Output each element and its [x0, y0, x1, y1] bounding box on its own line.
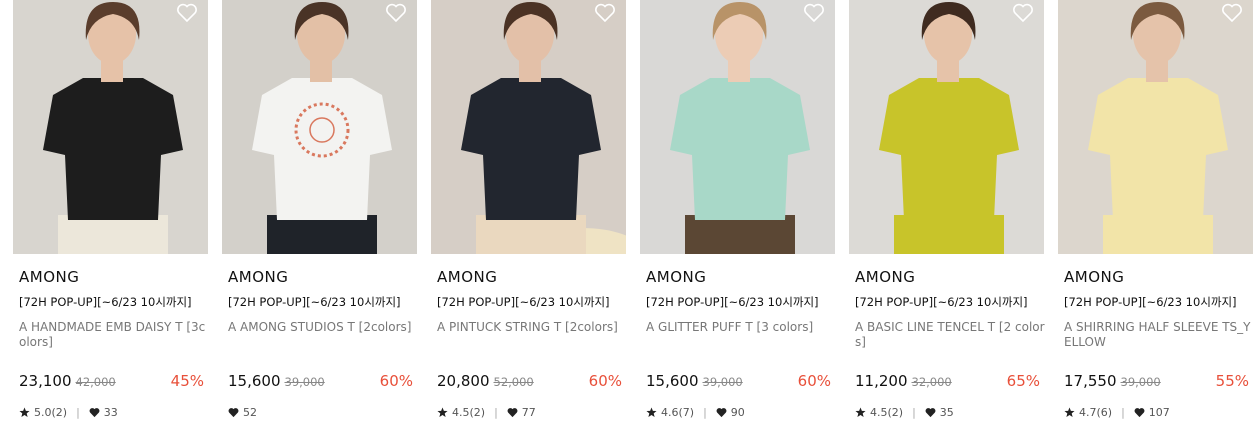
product-image[interactable] [222, 0, 417, 254]
sale-price: 15,600 [228, 372, 281, 390]
product-name[interactable]: A HANDMADE EMB DAISY T [3colors] [19, 320, 209, 350]
like-count: 77 [521, 406, 536, 419]
product-image[interactable] [431, 0, 626, 254]
product-card[interactable]: AMONG [72H POP-UP][~6/23 10시까지] A SHIRRING… [1058, 0, 1253, 439]
product-promo: [72H POP-UP][~6/23 10시까지] [855, 295, 1028, 309]
like-count: 35 [939, 406, 954, 419]
product-card[interactable]: AMONG [72H POP-UP][~6/23 10시까지] A BASIC LI… [849, 0, 1045, 439]
sale-price: 17,550 [1064, 372, 1117, 390]
sale-price: 20,800 [437, 372, 490, 390]
product-name[interactable]: A BASIC LINE TENCEL T [2 colors] [855, 320, 1045, 350]
original-price: 39,000 [702, 375, 743, 389]
discount-rate: 60% [379, 372, 413, 390]
heart-filled-icon [716, 407, 727, 418]
heart-filled-icon [925, 407, 936, 418]
product-brand[interactable]: AMONG [19, 268, 79, 286]
product-brand[interactable]: AMONG [855, 268, 915, 286]
product-meta: 4.5(2) | 77 [437, 406, 536, 419]
rating-value: 4.7(6) [1079, 406, 1113, 419]
product-price-row: 23,100 42,000 [19, 372, 116, 390]
discount-rate: 60% [797, 372, 831, 390]
like-count: 33 [103, 406, 118, 419]
heart-filled-icon [89, 407, 100, 418]
product-image[interactable] [640, 0, 835, 254]
product-grid: AMONG [72H POP-UP][~6/23 10시까지] A HANDMADE… [0, 0, 1259, 439]
product-promo: [72H POP-UP][~6/23 10시까지] [19, 295, 192, 309]
product-image[interactable] [1058, 0, 1253, 254]
product-brand[interactable]: AMONG [646, 268, 706, 286]
product-name[interactable]: A AMONG STUDIOS T [2colors] [228, 320, 418, 335]
wishlist-heart-icon[interactable] [1012, 3, 1034, 23]
meta-divider: | [494, 406, 498, 419]
product-meta: 4.7(6) | 107 [1064, 406, 1170, 419]
heart-filled-icon [228, 407, 239, 418]
sale-price: 11,200 [855, 372, 908, 390]
product-brand[interactable]: AMONG [228, 268, 288, 286]
discount-rate: 55% [1215, 372, 1249, 390]
wishlist-heart-icon[interactable] [594, 3, 616, 23]
product-promo: [72H POP-UP][~6/23 10시까지] [228, 295, 401, 309]
product-promo: [72H POP-UP][~6/23 10시까지] [646, 295, 819, 309]
product-image[interactable] [13, 0, 208, 254]
product-meta: 5.0(2) | 33 [19, 406, 118, 419]
discount-rate: 45% [170, 372, 204, 390]
heart-filled-icon [1134, 407, 1145, 418]
product-meta: 4.6(7) | 90 [646, 406, 745, 419]
wishlist-heart-icon[interactable] [1221, 3, 1243, 23]
meta-divider: | [912, 406, 916, 419]
product-promo: [72H POP-UP][~6/23 10시까지] [437, 295, 610, 309]
sale-price: 23,100 [19, 372, 72, 390]
product-price-row: 15,600 39,000 [646, 372, 743, 390]
like-count: 107 [1148, 406, 1170, 419]
product-brand[interactable]: AMONG [1064, 268, 1124, 286]
original-price: 39,000 [284, 375, 325, 389]
meta-divider: | [76, 406, 80, 419]
product-brand[interactable]: AMONG [437, 268, 497, 286]
product-price-row: 15,600 39,000 [228, 372, 325, 390]
product-meta: 52 [228, 406, 257, 419]
original-price: 39,000 [1120, 375, 1161, 389]
discount-rate: 60% [588, 372, 622, 390]
product-name[interactable]: A PINTUCK STRING T [2colors] [437, 320, 627, 335]
original-price: 52,000 [493, 375, 534, 389]
rating-value: 5.0(2) [34, 406, 68, 419]
product-promo: [72H POP-UP][~6/23 10시까지] [1064, 295, 1237, 309]
rating-value: 4.5(2) [870, 406, 904, 419]
rating-value: 4.5(2) [452, 406, 486, 419]
product-meta: 4.5(2) | 35 [855, 406, 954, 419]
product-price-row: 20,800 52,000 [437, 372, 534, 390]
rating-value: 4.6(7) [661, 406, 695, 419]
star-icon [646, 407, 657, 418]
product-card[interactable]: AMONG [72H POP-UP][~6/23 10시까지] A GLITTER … [640, 0, 835, 439]
product-price-row: 17,550 39,000 [1064, 372, 1161, 390]
star-icon [855, 407, 866, 418]
wishlist-heart-icon[interactable] [385, 3, 407, 23]
product-price-row: 11,200 32,000 [855, 372, 952, 390]
product-card[interactable]: AMONG [72H POP-UP][~6/23 10시까지] A PINTUCK … [431, 0, 626, 439]
star-icon [1064, 407, 1075, 418]
product-card[interactable]: AMONG [72H POP-UP][~6/23 10시까지] A HANDMADE… [13, 0, 208, 439]
product-name[interactable]: A SHIRRING HALF SLEEVE TS_YELLOW [1064, 320, 1254, 350]
meta-divider: | [703, 406, 707, 419]
product-image[interactable] [849, 0, 1044, 254]
original-price: 42,000 [75, 375, 116, 389]
star-icon [19, 407, 30, 418]
product-card[interactable]: AMONG [72H POP-UP][~6/23 10시까지] A AMONG ST… [222, 0, 417, 439]
heart-filled-icon [507, 407, 518, 418]
like-count: 52 [243, 406, 257, 419]
meta-divider: | [1121, 406, 1125, 419]
wishlist-heart-icon[interactable] [176, 3, 198, 23]
product-name[interactable]: A GLITTER PUFF T [3 colors] [646, 320, 836, 335]
wishlist-heart-icon[interactable] [803, 3, 825, 23]
discount-rate: 65% [1006, 372, 1040, 390]
sale-price: 15,600 [646, 372, 699, 390]
star-icon [437, 407, 448, 418]
original-price: 32,000 [911, 375, 952, 389]
like-count: 90 [730, 406, 745, 419]
